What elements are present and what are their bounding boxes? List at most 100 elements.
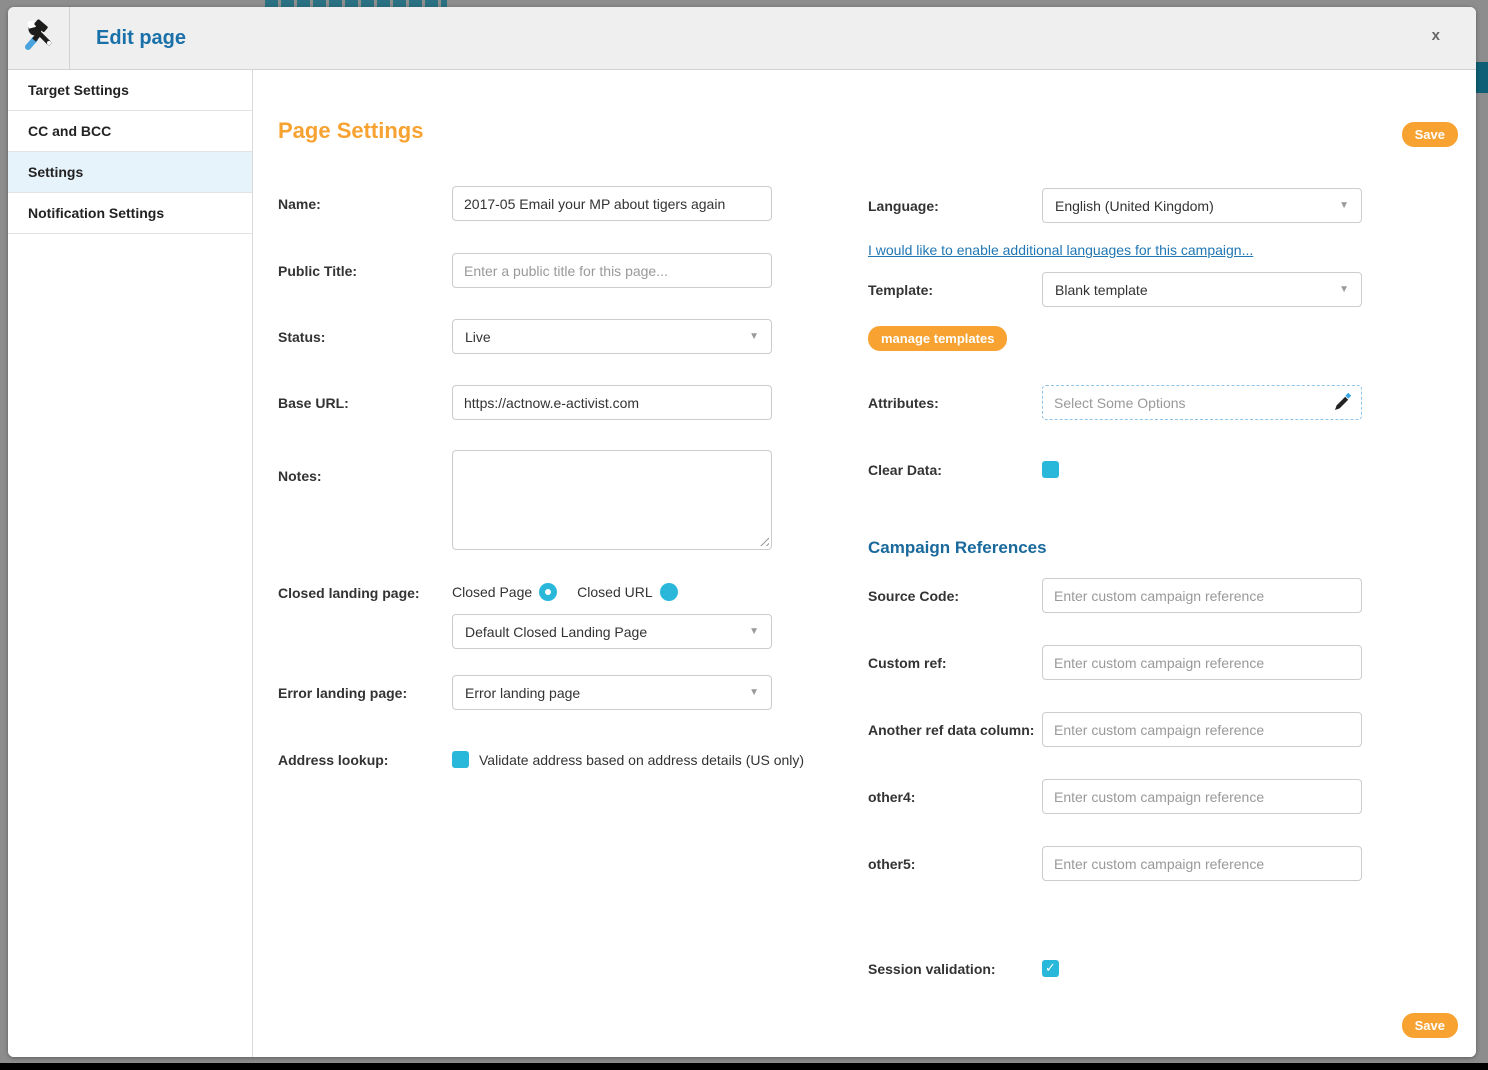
sidebar-item-target-settings[interactable]: Target Settings	[8, 70, 252, 111]
address-lookup-checkbox-label: Validate address based on address detail…	[479, 752, 804, 768]
attributes-row: Attributes:	[868, 385, 1373, 420]
chevron-down-icon: ▼	[749, 687, 759, 698]
save-button-top[interactable]: Save	[1402, 122, 1458, 147]
template-row: Template: Blank template ▼	[868, 272, 1373, 307]
source-code-label: Source Code:	[868, 588, 1042, 604]
base-url-row: Base URL:	[278, 385, 783, 420]
closed-url-radio[interactable]	[660, 583, 678, 601]
other5-input[interactable]	[1042, 846, 1362, 881]
public-title-label: Public Title:	[278, 263, 452, 279]
attributes-multiselect[interactable]	[1042, 385, 1362, 420]
session-validation-checkbox[interactable]	[1042, 960, 1059, 977]
status-row: Status: Live ▼	[278, 319, 783, 354]
notes-textarea[interactable]	[452, 450, 772, 550]
modal-header: Edit page x	[8, 7, 1476, 70]
form-left-column: Name: Public Title: Status: Live ▼	[278, 186, 783, 768]
status-label: Status:	[278, 329, 452, 345]
language-select-value: English (United Kingdom)	[1055, 198, 1214, 214]
session-validation-row: Session validation:	[868, 960, 1373, 977]
page-settings-panel: Page Settings Save Name: Public Title: S…	[253, 70, 1476, 1057]
language-select[interactable]: English (United Kingdom) ▼	[1042, 188, 1362, 223]
campaign-references-heading: Campaign References	[868, 538, 1373, 558]
other4-row: other4:	[868, 779, 1373, 814]
sidebar-item-settings[interactable]: Settings	[8, 152, 252, 193]
notes-row: Notes:	[278, 450, 783, 550]
status-select[interactable]: Live ▼	[452, 319, 772, 354]
template-select[interactable]: Blank template ▼	[1042, 272, 1362, 307]
background-bottom-bar	[0, 1063, 1488, 1070]
chevron-down-icon: ▼	[1339, 284, 1349, 295]
error-landing-page-label: Error landing page:	[278, 685, 452, 701]
sidebar-item-label: Notification Settings	[28, 205, 164, 221]
edit-page-modal: Edit page x Target Settings CC and BCC S…	[8, 7, 1476, 1057]
attributes-input[interactable]	[1044, 395, 1331, 411]
name-row: Name:	[278, 186, 783, 221]
modal-body: Target Settings CC and BCC Settings Noti…	[8, 70, 1476, 1057]
other5-label: other5:	[868, 856, 1042, 872]
background-teal-fragment	[1476, 62, 1488, 93]
additional-languages-row: I would like to enable additional langua…	[868, 242, 1373, 260]
sidebar-item-cc-and-bcc[interactable]: CC and BCC	[8, 111, 252, 152]
notes-label: Notes:	[278, 450, 452, 484]
sidebar-item-notification-settings[interactable]: Notification Settings	[8, 193, 252, 234]
public-title-input[interactable]	[452, 253, 772, 288]
public-title-row: Public Title:	[278, 253, 783, 288]
base-url-label: Base URL:	[278, 395, 452, 411]
sidebar: Target Settings CC and BCC Settings Noti…	[8, 70, 253, 1057]
other4-label: other4:	[868, 789, 1042, 805]
clear-data-label: Clear Data:	[868, 462, 1042, 478]
manage-templates-row: manage templates	[868, 326, 1373, 351]
chevron-down-icon: ▼	[1339, 200, 1349, 211]
attributes-label: Attributes:	[868, 395, 1042, 411]
chevron-down-icon: ▼	[749, 331, 759, 342]
address-lookup-checkbox[interactable]	[452, 751, 469, 768]
name-label: Name:	[278, 196, 452, 212]
closed-landing-page-label: Closed landing page:	[278, 583, 452, 601]
source-code-input[interactable]	[1042, 578, 1362, 613]
close-icon[interactable]: x	[1432, 28, 1440, 43]
custom-ref-row: Custom ref:	[868, 645, 1373, 680]
another-ref-row: Another ref data column:	[868, 712, 1373, 747]
custom-ref-input[interactable]	[1042, 645, 1362, 680]
sidebar-item-label: Target Settings	[28, 82, 129, 98]
error-landing-page-select-value: Error landing page	[465, 685, 580, 701]
tools-icon	[22, 19, 56, 58]
chevron-down-icon: ▼	[749, 626, 759, 637]
manage-templates-button[interactable]: manage templates	[868, 326, 1007, 351]
source-code-row: Source Code:	[868, 578, 1373, 613]
edit-pencil-icon[interactable]	[1331, 392, 1353, 414]
name-input[interactable]	[452, 186, 772, 221]
another-ref-label: Another ref data column:	[868, 722, 1042, 738]
page-title: Page Settings	[278, 118, 423, 144]
session-validation-label: Session validation:	[868, 961, 1042, 977]
save-button-bottom[interactable]: Save	[1402, 1013, 1458, 1038]
modal-title: Edit page	[96, 27, 186, 50]
address-lookup-row: Address lookup: Validate address based o…	[278, 751, 783, 768]
form-right-column: Language: English (United Kingdom) ▼ I w…	[868, 188, 1373, 977]
language-label: Language:	[868, 198, 1042, 214]
clear-data-row: Clear Data:	[868, 461, 1373, 478]
additional-languages-link[interactable]: I would like to enable additional langua…	[868, 242, 1253, 258]
sidebar-item-label: CC and BCC	[28, 123, 111, 139]
closed-url-option-label: Closed URL	[577, 584, 652, 600]
closed-landing-page-select[interactable]: Default Closed Landing Page ▼	[452, 614, 772, 649]
closed-page-option-label: Closed Page	[452, 584, 532, 600]
background-page-title-fragment	[265, 0, 447, 7]
closed-landing-radio-group: Closed Page Closed URL	[452, 583, 778, 601]
clear-data-checkbox[interactable]	[1042, 461, 1059, 478]
screen: Edit page x Target Settings CC and BCC S…	[0, 0, 1488, 1070]
error-landing-page-select[interactable]: Error landing page ▼	[452, 675, 772, 710]
other5-row: other5:	[868, 846, 1373, 881]
language-row: Language: English (United Kingdom) ▼	[868, 188, 1373, 223]
sidebar-item-label: Settings	[28, 164, 83, 180]
closed-page-radio[interactable]	[539, 583, 557, 601]
status-select-value: Live	[465, 329, 491, 345]
error-landing-page-row: Error landing page: Error landing page ▼	[278, 675, 783, 710]
template-select-value: Blank template	[1055, 282, 1148, 298]
another-ref-input[interactable]	[1042, 712, 1362, 747]
closed-landing-page-select-value: Default Closed Landing Page	[465, 624, 647, 640]
other4-input[interactable]	[1042, 779, 1362, 814]
tools-icon-cell	[8, 7, 70, 69]
closed-landing-page-row: Closed landing page: Closed Page Closed …	[278, 583, 783, 649]
base-url-input[interactable]	[452, 385, 772, 420]
